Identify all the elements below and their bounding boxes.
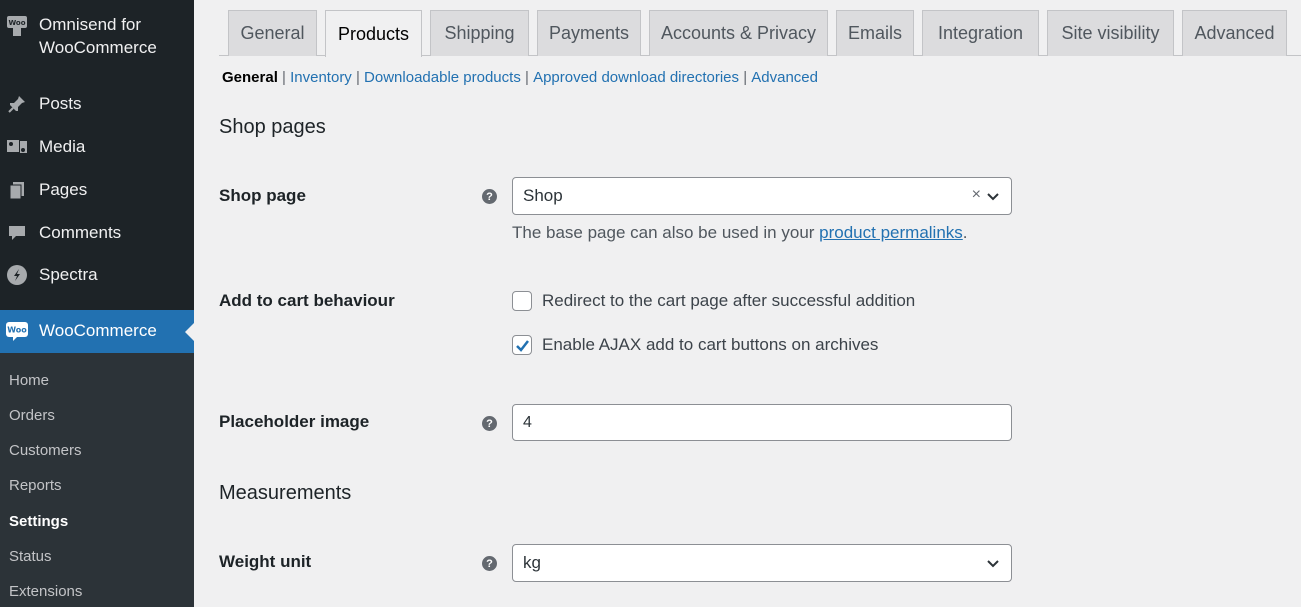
shop-page-select[interactable]: Shop × bbox=[512, 177, 1012, 215]
submenu-extensions[interactable]: Extensions bbox=[9, 583, 82, 600]
active-arrow bbox=[185, 322, 195, 342]
tab-site-visibility[interactable]: Site visibility bbox=[1047, 10, 1174, 56]
help-icon[interactable]: ? bbox=[482, 189, 497, 204]
section-heading-measurements: Measurements bbox=[219, 482, 352, 504]
woocommerce-icon: Woo bbox=[5, 319, 29, 343]
section-heading-shop-pages: Shop pages bbox=[219, 116, 326, 138]
tab-integration[interactable]: Integration bbox=[922, 10, 1039, 56]
sidebar-item-label: Spectra bbox=[39, 265, 98, 284]
placeholder-image-label: Placeholder image bbox=[219, 412, 370, 431]
ajax-option: Enable AJAX add to cart buttons on archi… bbox=[512, 335, 878, 355]
svg-text:Woo: Woo bbox=[8, 19, 25, 27]
redirect-label[interactable]: Redirect to the cart page after successf… bbox=[542, 291, 915, 311]
shop-page-description: The base page can also be used in your p… bbox=[512, 223, 968, 242]
spectra-icon bbox=[5, 263, 29, 287]
sidebar-item-media[interactable]: Media bbox=[0, 135, 194, 159]
omnisend-line2: WooCommerce bbox=[39, 38, 157, 57]
pin-icon bbox=[5, 92, 29, 116]
help-icon[interactable]: ? bbox=[482, 556, 497, 571]
subnav-approved-download-directories[interactable]: Approved download directories bbox=[533, 69, 739, 86]
subnav-inventory[interactable]: Inventory bbox=[290, 69, 352, 86]
ajax-checkbox[interactable] bbox=[512, 335, 532, 355]
settings-tabs: General Products Shipping Payments Accou… bbox=[219, 0, 1301, 57]
sidebar-item-label: Posts bbox=[39, 94, 82, 113]
ajax-label[interactable]: Enable AJAX add to cart buttons on archi… bbox=[542, 335, 878, 355]
placeholder-image-input[interactable]: 4 bbox=[512, 404, 1012, 441]
redirect-option: Redirect to the cart page after successf… bbox=[512, 291, 915, 311]
tab-general[interactable]: General bbox=[228, 10, 317, 56]
section-subnav: General | Inventory | Downloadable produ… bbox=[222, 69, 818, 86]
comment-icon bbox=[5, 221, 29, 245]
tab-products[interactable]: Products bbox=[325, 10, 422, 57]
sidebar-item-label: Media bbox=[39, 137, 86, 156]
subnav-general[interactable]: General bbox=[222, 69, 278, 86]
sidebar-item-omnisend[interactable]: Woo Omnisend for WooCommerce bbox=[0, 12, 194, 60]
sidebar-item-label: Comments bbox=[39, 223, 122, 242]
media-icon bbox=[5, 135, 29, 159]
subnav-downloadable-products[interactable]: Downloadable products bbox=[364, 69, 521, 86]
tab-advanced[interactable]: Advanced bbox=[1182, 10, 1287, 56]
pages-icon bbox=[5, 178, 29, 202]
redirect-checkbox[interactable] bbox=[512, 291, 532, 311]
shop-page-value: Shop bbox=[523, 186, 563, 205]
admin-sidebar: Woo Omnisend for WooCommerce Posts Media… bbox=[0, 0, 195, 607]
weight-unit-select[interactable]: kg bbox=[512, 544, 1012, 582]
checkmark-icon bbox=[516, 340, 529, 352]
tab-payments[interactable]: Payments bbox=[537, 10, 641, 56]
add-to-cart-label: Add to cart behaviour bbox=[219, 291, 395, 310]
tab-accounts-privacy[interactable]: Accounts & Privacy bbox=[649, 10, 828, 56]
weight-unit-label: Weight unit bbox=[219, 552, 312, 571]
submenu-reports[interactable]: Reports bbox=[9, 477, 62, 494]
sidebar-item-label: WooCommerce bbox=[39, 321, 157, 340]
product-permalinks-link[interactable]: product permalinks bbox=[819, 223, 963, 242]
sidebar-item-label: Pages bbox=[39, 180, 88, 199]
chevron-down-icon bbox=[987, 193, 999, 201]
submenu-customers[interactable]: Customers bbox=[9, 442, 82, 459]
sidebar-item-spectra[interactable]: Spectra bbox=[0, 263, 194, 287]
sidebar-item-posts[interactable]: Posts bbox=[0, 92, 194, 116]
shop-page-label: Shop page bbox=[219, 186, 306, 205]
sidebar-item-pages[interactable]: Pages bbox=[0, 178, 194, 202]
tab-shipping[interactable]: Shipping bbox=[430, 10, 529, 56]
submenu-settings[interactable]: Settings bbox=[9, 513, 68, 530]
omnisend-icon: Woo bbox=[5, 14, 29, 38]
woocommerce-submenu: Home Orders Customers Reports Settings S… bbox=[0, 353, 194, 607]
submenu-home[interactable]: Home bbox=[9, 372, 49, 389]
subnav-advanced[interactable]: Advanced bbox=[751, 69, 818, 86]
chevron-down-icon bbox=[987, 560, 999, 568]
submenu-orders[interactable]: Orders bbox=[9, 407, 55, 424]
omnisend-line1: Omnisend for bbox=[39, 15, 142, 34]
sidebar-item-woocommerce[interactable]: Woo WooCommerce bbox=[0, 310, 195, 353]
weight-unit-value: kg bbox=[523, 553, 541, 572]
submenu-status[interactable]: Status bbox=[9, 548, 52, 565]
tab-emails[interactable]: Emails bbox=[836, 10, 914, 56]
clear-icon[interactable]: × bbox=[972, 186, 981, 204]
sidebar-item-comments[interactable]: Comments bbox=[0, 221, 194, 245]
help-icon[interactable]: ? bbox=[482, 416, 497, 431]
woo-icon-text: Woo bbox=[7, 326, 27, 335]
